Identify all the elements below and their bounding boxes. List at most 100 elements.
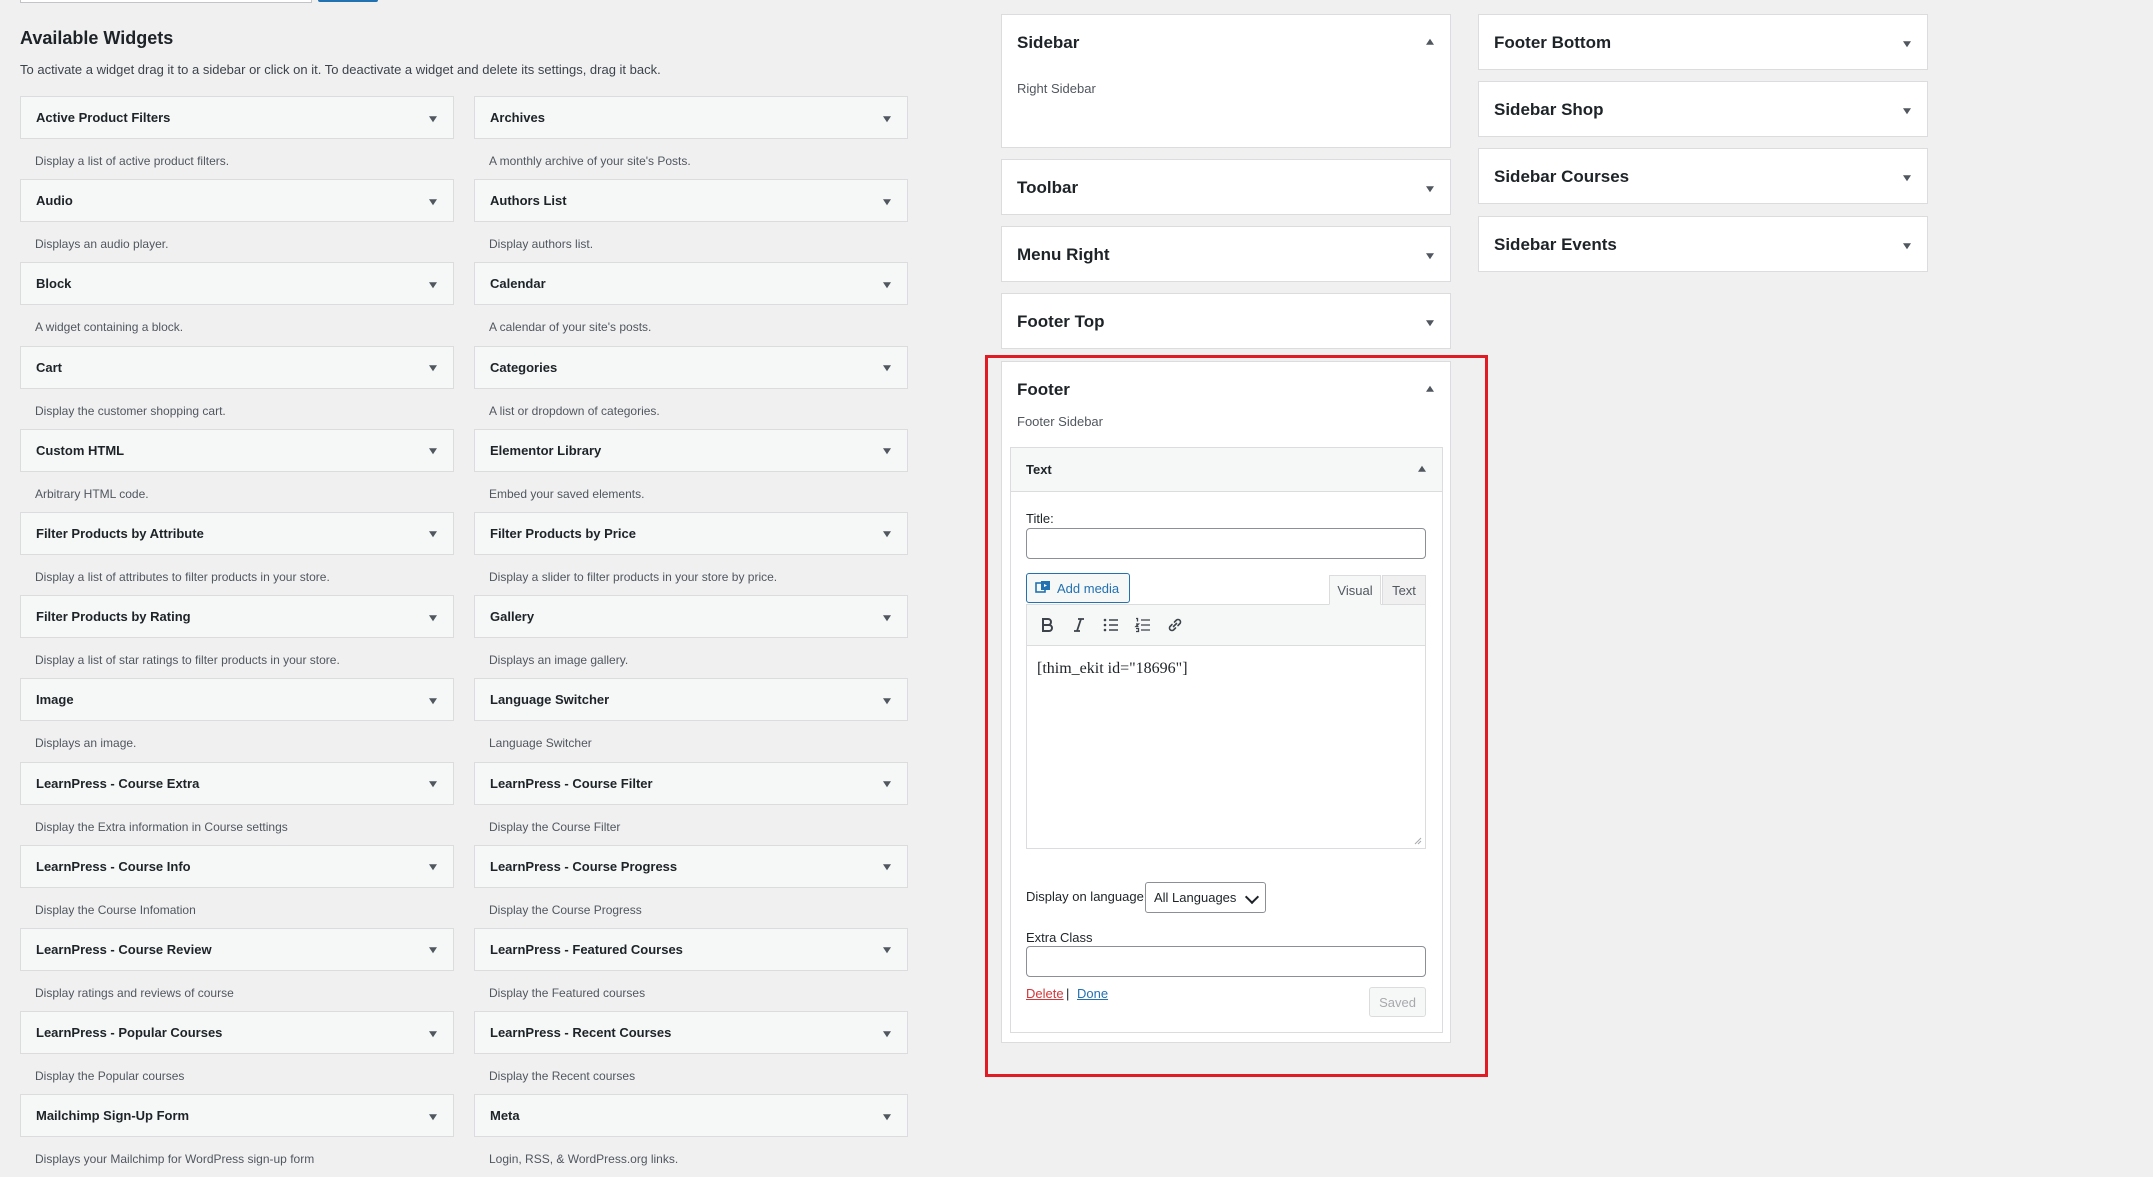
widget-title-bar[interactable]: Custom HTML [20,428,454,472]
widget-title-bar[interactable]: Filter Products by Price [474,511,908,555]
numbered-list-icon[interactable] [1131,613,1155,637]
widget-title-bar[interactable]: LearnPress - Popular Courses [20,1011,454,1055]
language-select[interactable]: All Languages [1145,882,1266,913]
widget-title-bar[interactable]: Mailchimp Sign-Up Form [20,1094,454,1138]
sidebar-expand-toggle[interactable] [1394,160,1450,216]
resize-handle-icon[interactable] [1412,835,1422,845]
tab-visual[interactable]: Visual [1329,575,1381,605]
tab-text[interactable]: Text [1382,575,1426,605]
caret-down-icon[interactable] [883,1030,891,1037]
title-input[interactable] [1026,528,1426,559]
widget-title-bar[interactable]: Cart [20,345,454,389]
widget-description: Displays your Mailchimp for WordPress si… [35,1152,315,1167]
widget-title-bar[interactable]: Filter Products by Rating [20,595,454,639]
widget-title-bar[interactable]: Image [20,678,454,722]
caret-down-icon[interactable] [429,282,437,289]
sidebar-expand-toggle[interactable] [1871,149,1927,205]
widget-title-bar[interactable]: Categories [474,345,908,389]
top-button[interactable] [318,0,378,2]
sidebar-area-footer-top[interactable]: Footer Top [1001,293,1451,349]
sidebar-expand-toggle[interactable] [1394,294,1450,350]
widget-name: Filter Products by Attribute [36,525,204,541]
text-widget-header[interactable]: Text [1011,448,1442,492]
extra-class-input[interactable] [1026,946,1426,977]
sidebar-area-sidebar-shop[interactable]: Sidebar Shop [1478,81,1928,137]
caret-down-icon[interactable] [883,614,891,621]
bulleted-list-icon[interactable] [1099,613,1123,637]
bold-icon[interactable] [1035,613,1059,637]
widget-title-bar[interactable]: Gallery [474,595,908,639]
sidebar-collapse-toggle[interactable] [1394,15,1450,71]
caret-down-icon[interactable] [883,198,891,205]
caret-down-icon[interactable] [429,531,437,538]
widget-description: Display the Featured courses [489,985,646,1000]
add-media-button[interactable]: Add media [1026,573,1130,603]
caret-down-icon[interactable] [429,947,437,954]
sidebar-expand-toggle[interactable] [1871,82,1927,138]
sidebar-expand-toggle[interactable] [1871,15,1927,71]
widget-item: LearnPress - Featured Courses Display the… [474,927,908,1011]
widget-title-bar[interactable]: Block [20,262,454,306]
sidebar-area-footer-bottom[interactable]: Footer Bottom [1478,14,1928,70]
caret-down-icon[interactable] [429,198,437,205]
link-icon[interactable] [1163,613,1187,637]
caret-down-icon[interactable] [429,365,437,372]
delete-link[interactable]: Delete [1026,986,1064,1001]
caret-down-icon[interactable] [429,698,437,705]
caret-down-icon[interactable] [883,115,891,122]
widget-item: Calendar A calendar of your site's posts. [474,262,908,345]
sidebar-expand-toggle[interactable] [1871,217,1927,273]
sidebar-expand-toggle[interactable] [1394,227,1450,283]
italic-icon[interactable] [1067,613,1091,637]
widget-title-bar[interactable]: LearnPress - Course Extra [20,761,454,805]
caret-down-icon[interactable] [429,448,437,455]
caret-down-icon[interactable] [429,115,437,122]
widget-title-bar[interactable]: LearnPress - Course Filter [474,761,908,805]
widget-title-bar[interactable]: Audio [20,179,454,223]
caret-down-icon[interactable] [883,531,891,538]
visual-editor[interactable]: [thim_ekit id="18696"] [1026,604,1426,849]
widget-item: LearnPress - Recent Courses Display the R… [474,1011,908,1094]
sidebar-title: Sidebar [1017,33,1080,52]
widget-title-bar[interactable]: LearnPress - Featured Courses [474,927,908,971]
widget-title-bar[interactable]: LearnPress - Course Progress [474,844,908,888]
widget-name: LearnPress - Popular Courses [36,1025,223,1041]
caret-down-icon[interactable] [883,282,891,289]
widget-title-bar[interactable]: LearnPress - Recent Courses [474,1011,908,1055]
done-link[interactable]: Done [1077,986,1108,1001]
sidebar-title: Footer Bottom [1494,33,1612,52]
caret-down-icon[interactable] [429,1030,437,1037]
caret-down-icon[interactable] [429,781,437,788]
sidebar-area-toolbar[interactable]: Toolbar [1001,159,1451,215]
widget-title-bar[interactable]: LearnPress - Course Info [20,844,454,888]
sidebar-area-menu-right[interactable]: Menu Right [1001,226,1451,282]
widget-name: LearnPress - Course Filter [490,775,653,791]
caret-down-icon[interactable] [883,781,891,788]
saved-button[interactable]: Saved [1369,987,1426,1017]
top-input[interactable] [20,0,312,3]
caret-down-icon[interactable] [883,1113,891,1120]
sidebar-area-sidebar[interactable]: Sidebar Right Sidebar [1001,14,1451,148]
widget-title-bar[interactable]: Filter Products by Attribute [20,511,454,555]
widget-title-bar[interactable]: Active Product Filters [20,96,454,139]
widget-title-bar[interactable]: Archives [474,96,908,139]
sidebar-area-sidebar-courses[interactable]: Sidebar Courses [1478,148,1928,204]
caret-down-icon[interactable] [429,614,437,621]
caret-down-icon[interactable] [883,698,891,705]
sidebar-area-sidebar-events[interactable]: Sidebar Events [1478,216,1928,272]
caret-down-icon[interactable] [883,947,891,954]
widget-title-bar[interactable]: Calendar [474,262,908,306]
widget-item: LearnPress - Course Extra Display the Ext… [20,761,454,845]
caret-down-icon[interactable] [429,1113,437,1120]
widget-title-bar[interactable]: Language Switcher [474,678,908,722]
caret-down-icon[interactable] [883,365,891,372]
widget-title-bar[interactable]: Elementor Library [474,428,908,472]
widget-description: Displays an image. [35,736,137,751]
caret-down-icon[interactable] [883,864,891,871]
sidebar-collapse-toggle[interactable] [1394,362,1450,418]
widget-title-bar[interactable]: LearnPress - Course Review [20,927,454,971]
widget-title-bar[interactable]: Meta [474,1094,908,1138]
caret-down-icon[interactable] [883,448,891,455]
widget-title-bar[interactable]: Authors List [474,179,908,223]
caret-down-icon[interactable] [429,864,437,871]
